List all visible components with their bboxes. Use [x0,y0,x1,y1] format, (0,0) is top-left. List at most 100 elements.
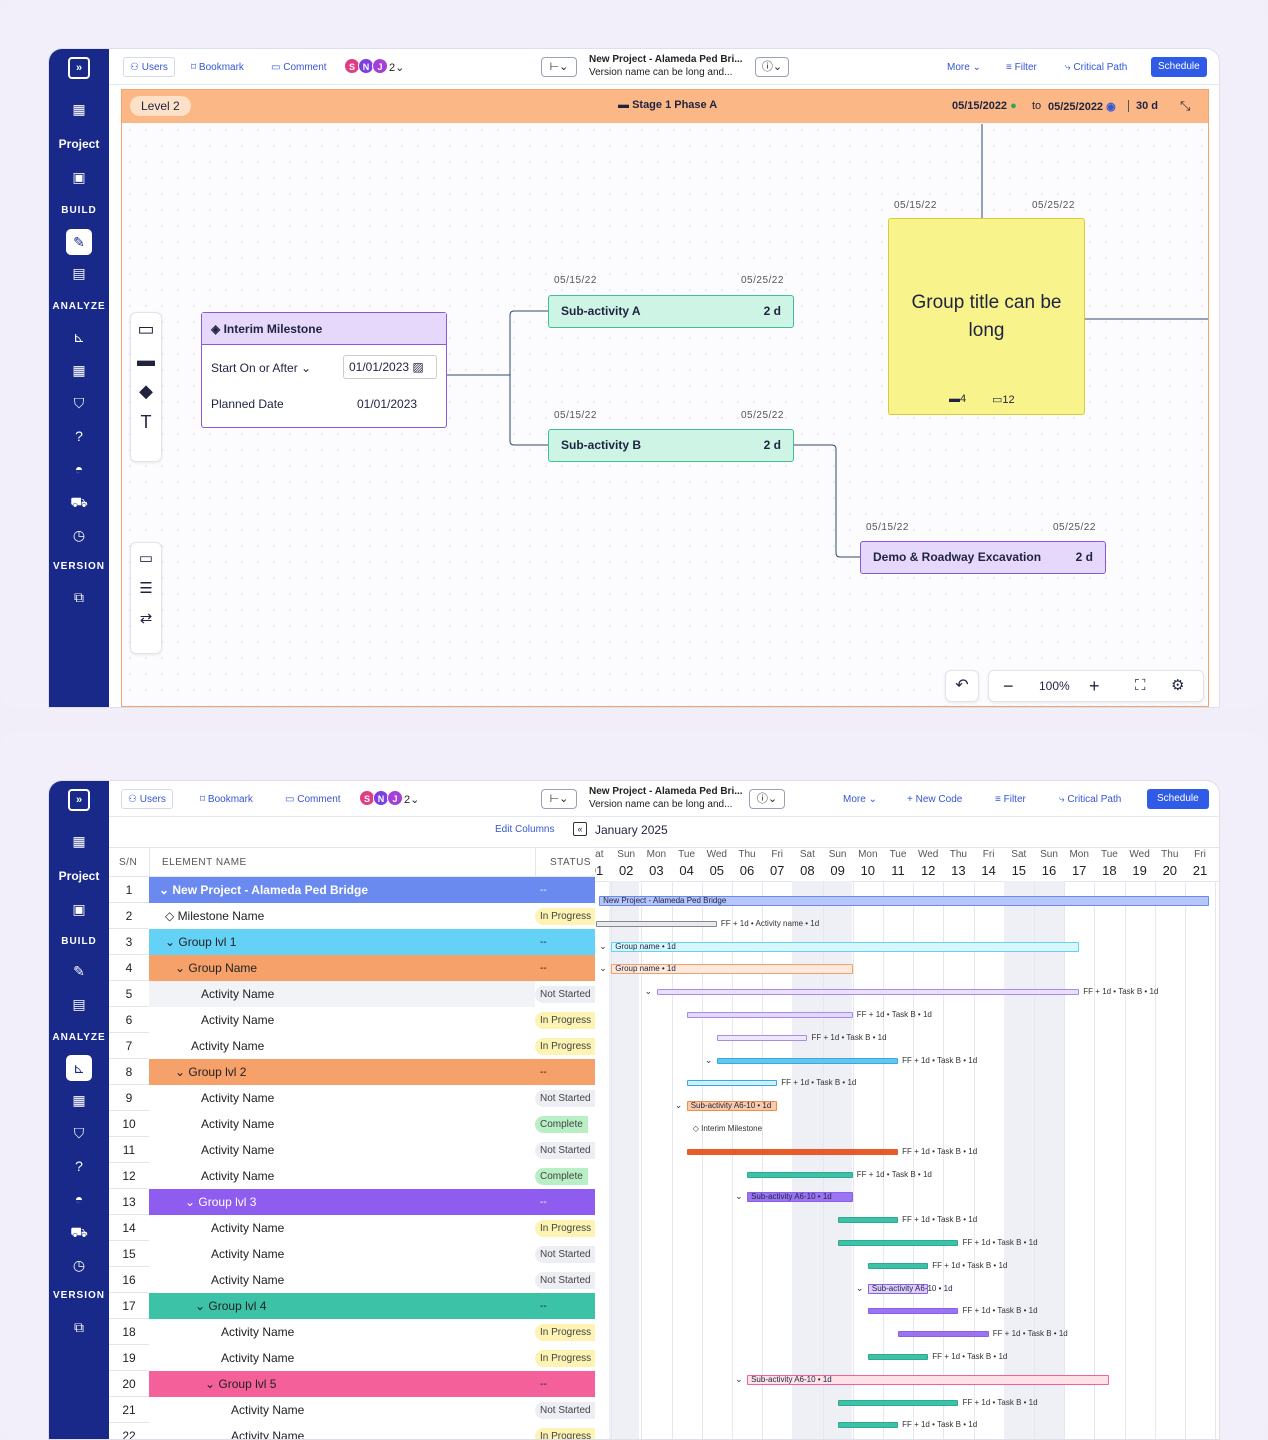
table-row[interactable]: 11 Activity Name Not Started [109,1137,595,1163]
table-row[interactable]: 15 Activity Name Not Started [109,1241,595,1267]
users-button[interactable]: ⚇ Users [123,57,175,77]
question-icon[interactable]: ? [49,1158,109,1174]
gantt-bar[interactable] [716,1057,899,1064]
calendar-icon[interactable]: ▣ [49,169,109,186]
row-name[interactable]: ⌄ Group lvl 2 [149,1059,535,1085]
row-name[interactable]: Activity Name [149,981,535,1007]
schedule-button[interactable]: Schedule [1151,57,1207,77]
row-name[interactable]: ⌄ Group Name [149,955,535,981]
gantt-bar[interactable]: Sub-activity A6-10 • 1d [747,1374,1110,1385]
chevron-down-icon[interactable]: ⌄ [175,1065,188,1079]
chevron-down-icon[interactable]: ⌄ [185,1195,198,1209]
avatar[interactable]: J [372,58,388,74]
table-row[interactable]: 18 Activity Name In Progress [109,1319,595,1345]
timer-icon[interactable]: ◷ [49,1257,109,1274]
row-name[interactable]: Activity Name [149,1267,535,1293]
network-canvas[interactable]: Level 2 ▬ Stage 1 Phase A 05/15/2022 ● t… [121,89,1209,707]
edit-columns-link[interactable]: Edit Columns [495,824,554,835]
excavator-icon[interactable]: ⛟ [49,494,109,513]
gantt-bar[interactable] [837,1399,959,1406]
col-status[interactable]: STATUS [535,848,591,878]
group-icon[interactable]: ▬ [131,350,161,371]
row-name[interactable]: Activity Name [149,1319,535,1345]
sidebar-project[interactable]: Project [49,137,109,151]
pencil-icon[interactable]: ✎ [66,229,92,255]
gantt-bar[interactable]: New Project - Alameda Ped Bridge [599,896,1210,906]
avatar[interactable]: J [387,790,403,806]
row-name[interactable]: ⌄ Group lvl 1 [149,929,535,955]
timer-icon[interactable]: ◷ [49,527,109,544]
row-name[interactable]: Activity Name [149,1007,535,1033]
table-row[interactable]: 20 ⌄ Group lvl 5 -- [109,1371,595,1397]
layout-icon[interactable]: ▤ [49,265,109,282]
row-name[interactable]: Activity Name [149,1423,535,1439]
group-card[interactable]: Group title can be long ▬4 ▭12 [888,218,1085,415]
table-row[interactable]: 5 Activity Name Not Started [109,981,595,1007]
chevron-down-icon[interactable]: ⌄ [856,1283,864,1293]
milestone-card[interactable]: ◈ Interim Milestone Start On or After ⌄ … [201,312,447,428]
chevron-down-icon[interactable]: ⌄ [159,883,172,897]
copy-icon[interactable]: ⧉ [49,589,109,606]
row-name[interactable]: Activity Name [149,1241,535,1267]
chevron-down-icon[interactable]: ⌄ [705,1055,713,1065]
gantt-bar[interactable]: Group name • 1d [611,941,1080,952]
gantt-bar[interactable] [837,1422,899,1429]
shield-icon[interactable]: ⛉ [49,1125,109,1142]
gantt-bar[interactable]: Sub-activity A6-10 • 1d [867,1283,953,1294]
table-row[interactable]: 3 ⌄ Group lvl 1 -- [109,929,595,955]
expand-icon[interactable]: » [68,57,90,79]
gantt-bar[interactable] [656,989,1080,996]
row-name[interactable]: Activity Name [149,1111,535,1137]
table-row[interactable]: 9 Activity Name Not Started [109,1085,595,1111]
grid-icon[interactable]: ▦ [49,833,109,850]
constraint-select[interactable]: Start On or After ⌄ [211,361,311,375]
gantt-bar[interactable] [837,1240,959,1246]
milestone-marker[interactable]: ◇ Interim Milestone [693,1124,762,1134]
zoom-in-button[interactable]: + [1089,671,1100,701]
chevron-down-icon[interactable]: ⌄ [735,1191,743,1201]
chart-icon[interactable]: ⊾ [49,329,109,346]
avatar-count[interactable]: 2⌄ [404,790,419,810]
avatar-count[interactable]: 2⌄ [389,58,404,78]
table-row[interactable]: 19 Activity Name In Progress [109,1345,595,1371]
activity-card-demo[interactable]: Demo & Roadway Excavation 2 d [860,541,1106,574]
chevron-down-icon[interactable]: ⌄ [599,963,607,973]
comment-button[interactable]: ▭ Comment [271,58,327,78]
helmet-icon[interactable]: ◓ [49,1191,109,1207]
gantt-bar[interactable] [898,1331,989,1338]
zoom-out-button[interactable]: − [1003,671,1014,701]
card-settings-icon[interactable]: ▭ [131,549,161,567]
excavator-icon[interactable]: ⛟ [49,1224,109,1243]
new-code-button[interactable]: + New Code [907,790,962,810]
layout-icon[interactable]: ▤ [49,996,109,1013]
more-button[interactable]: More ⌄ [947,58,981,78]
gantt-bar[interactable] [837,1217,899,1224]
schedule-button[interactable]: Schedule [1147,789,1209,809]
helmet-icon[interactable]: ◓ [49,461,109,477]
gantt-bar[interactable] [747,1171,853,1178]
collapse-table-icon[interactable]: « [573,822,587,836]
hierarchy-dropdown[interactable]: ⊢⌄ [541,57,577,77]
constraint-date-input[interactable]: 01/01/2023 ▨ [343,355,437,379]
activity-card-sub-a[interactable]: Sub-activity A 2 d [548,295,794,328]
chevron-down-icon[interactable]: ⌄ [735,1374,743,1384]
gantt-bar[interactable] [867,1262,929,1269]
chevron-down-icon[interactable]: ⌄ [599,941,607,951]
info-dropdown[interactable]: ⓘ⌄ [749,789,785,809]
table-row[interactable]: 16 Activity Name Not Started [109,1267,595,1293]
bookmark-button[interactable]: ⌑ Bookmark [191,58,244,78]
table-row[interactable]: 6 Activity Name In Progress [109,1007,595,1033]
table-row[interactable]: 22 Activity Name In Progress [109,1423,595,1439]
info-dropdown[interactable]: ⓘ⌄ [755,57,789,77]
activity-card-sub-b[interactable]: Sub-activity B 2 d [548,429,794,462]
fit-screen-icon[interactable]: ⛶ [1135,671,1146,701]
shield-icon[interactable]: ⛉ [49,395,109,412]
chevron-down-icon[interactable]: ⌄ [645,986,653,996]
row-name[interactable]: Activity Name [149,1137,535,1163]
project-title[interactable]: New Project - Alameda Ped Bri... Version … [589,53,743,79]
gantt-bar[interactable] [596,920,717,927]
chevron-down-icon[interactable]: ⌄ [165,935,178,949]
gantt-bar[interactable] [686,1148,899,1155]
gantt-bar[interactable] [686,1012,853,1018]
rectangle-icon[interactable]: ▭ [131,319,161,340]
